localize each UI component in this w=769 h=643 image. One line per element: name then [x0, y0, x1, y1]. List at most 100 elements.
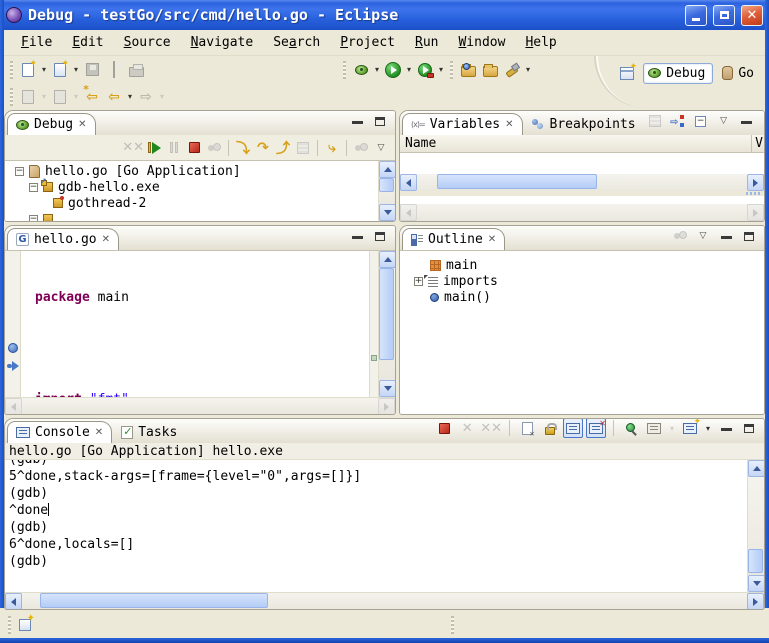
step-over-button[interactable]: ↷	[253, 138, 273, 158]
view-minimize-button[interactable]	[347, 226, 367, 246]
open-console-button[interactable]: ✦	[680, 418, 700, 438]
pin-console-button[interactable]	[621, 418, 641, 438]
scrollbar-thumb[interactable]	[379, 268, 394, 360]
console-horizontal-scrollbar[interactable]	[5, 592, 764, 609]
menu-source[interactable]: Source	[115, 33, 180, 52]
external-tools-dropdown[interactable]: ▾	[436, 59, 446, 81]
editor-annotation-ruler[interactable]	[5, 251, 21, 397]
disconnect-button[interactable]	[204, 138, 224, 158]
menu-navigate[interactable]: Navigate	[182, 33, 263, 52]
run-launch-button[interactable]	[382, 59, 404, 81]
show-type-names-button[interactable]	[645, 111, 665, 131]
tab-debug[interactable]: Debug ✕	[7, 113, 96, 135]
menu-search[interactable]: Search	[264, 33, 329, 52]
variables-detail-pane[interactable]	[400, 196, 764, 204]
toolbar-drag-handle[interactable]	[10, 61, 13, 79]
view-maximize-button[interactable]	[739, 418, 759, 438]
tab-tasks[interactable]: ✓ Tasks	[112, 421, 186, 443]
search-button[interactable]	[501, 59, 523, 81]
close-button[interactable]: ✕	[741, 5, 763, 26]
previous-annotation-dropdown[interactable]: ▾	[71, 86, 81, 108]
suspend-button[interactable]	[164, 138, 184, 158]
scroll-down-button[interactable]	[379, 380, 395, 397]
link-with-editor-button[interactable]	[670, 226, 690, 246]
back-dropdown[interactable]: ▾	[125, 86, 135, 108]
open-resource-button[interactable]	[479, 59, 501, 81]
run-launch-dropdown[interactable]: ▾	[404, 59, 414, 81]
save-button[interactable]	[81, 59, 103, 81]
console-vertical-scrollbar[interactable]	[747, 460, 764, 592]
tab-variables[interactable]: (x)= Variables ✕	[402, 113, 523, 135]
debug-launch-dropdown[interactable]: ▾	[372, 59, 382, 81]
toolbar-drag-handle[interactable]	[343, 61, 346, 79]
outline-item-main-func[interactable]: main()	[400, 289, 764, 305]
menu-run[interactable]: Run	[406, 33, 447, 52]
terminate-button[interactable]	[184, 138, 204, 158]
view-maximize-button[interactable]	[370, 226, 390, 246]
new-project-button[interactable]: ✦	[49, 59, 71, 81]
scroll-left-button[interactable]	[400, 174, 417, 191]
menu-help[interactable]: Help	[516, 33, 565, 52]
toolbar-drag-handle[interactable]	[10, 88, 13, 106]
console-terminate-button[interactable]	[434, 418, 454, 438]
external-tools-button[interactable]	[414, 59, 436, 81]
outline-view-menu-button[interactable]: ▽	[693, 226, 713, 246]
scroll-up-button[interactable]	[379, 161, 395, 178]
menu-file[interactable]: File	[12, 33, 61, 52]
step-into-button[interactable]: ⤵	[233, 138, 253, 158]
perspective-go-button[interactable]: Go	[718, 64, 761, 83]
fast-view-button[interactable]: ✦	[19, 619, 31, 631]
remove-all-launches-button[interactable]: ✕✕	[480, 418, 502, 438]
new-project-dropdown[interactable]: ▾	[71, 59, 81, 81]
collapse-expander[interactable]: −	[29, 183, 38, 192]
view-maximize-button[interactable]	[739, 226, 759, 246]
use-step-filters-button[interactable]: ⤷	[322, 138, 342, 158]
tree-row-partial[interactable]: −	[5, 211, 378, 221]
tab-hello-go[interactable]: G hello.go ✕	[7, 228, 119, 250]
expand-expander[interactable]: +	[414, 277, 423, 286]
variables-column-header[interactable]: Name V	[400, 135, 764, 153]
titlebar[interactable]: Debug - testGo/src/cmd/hello.go - Eclips…	[0, 0, 769, 30]
scroll-up-button[interactable]	[748, 460, 764, 477]
close-icon[interactable]: ✕	[505, 120, 513, 130]
tree-row-process[interactable]: − ↗ gdb-hello.exe	[5, 179, 378, 195]
remove-launch-button[interactable]: ✕	[457, 418, 477, 438]
tab-outline[interactable]: Outline ✕	[402, 228, 505, 250]
scroll-lock-button[interactable]	[540, 418, 560, 438]
console-output[interactable]: (gdb) 5^done,stack-args=[frame={level="0…	[5, 460, 747, 592]
close-icon[interactable]: ✕	[488, 235, 496, 245]
scroll-right-button[interactable]	[747, 174, 764, 191]
tab-breakpoints[interactable]: Breakpoints	[523, 113, 645, 135]
variables-horizontal-scrollbar[interactable]	[400, 174, 764, 191]
variables-detail-sash[interactable]	[400, 191, 764, 196]
statusbar-drag-handle[interactable]	[451, 616, 454, 634]
variables-view-menu-button[interactable]: ▽	[714, 111, 734, 131]
link-with-debug-button[interactable]	[351, 138, 371, 158]
menu-edit[interactable]: Edit	[63, 33, 112, 52]
save-all-button[interactable]	[103, 59, 125, 81]
forward-button[interactable]: ⇨	[135, 86, 157, 108]
editor-vertical-scrollbar[interactable]	[378, 251, 395, 397]
collapse-expander[interactable]: −	[15, 167, 24, 176]
next-annotation-dropdown[interactable]: ▾	[39, 86, 49, 108]
eclipse-logo-icon[interactable]	[6, 7, 22, 23]
scroll-down-button[interactable]	[379, 204, 395, 221]
open-perspective-button[interactable]: ✦	[616, 62, 638, 84]
debug-launch-button[interactable]	[350, 59, 372, 81]
editor-overview-ruler[interactable]	[369, 251, 378, 397]
view-minimize-button[interactable]	[716, 418, 736, 438]
scroll-down-button[interactable]	[748, 575, 764, 592]
view-maximize-button[interactable]	[370, 111, 390, 131]
scrollbar-thumb[interactable]	[40, 593, 268, 608]
scroll-up-button[interactable]	[379, 251, 395, 268]
tree-row-thread[interactable]: gothread-2	[5, 195, 378, 211]
close-icon[interactable]: ✕	[95, 428, 103, 438]
open-type-button[interactable]	[457, 59, 479, 81]
resume-button[interactable]	[144, 138, 164, 158]
view-minimize-button[interactable]	[347, 111, 367, 131]
scrollbar-thumb[interactable]	[379, 178, 394, 192]
instruction-pointer-marker[interactable]	[7, 361, 19, 371]
maximize-button[interactable]	[713, 5, 735, 26]
statusbar-drag-handle[interactable]	[8, 616, 11, 634]
previous-annotation-button[interactable]	[49, 86, 71, 108]
